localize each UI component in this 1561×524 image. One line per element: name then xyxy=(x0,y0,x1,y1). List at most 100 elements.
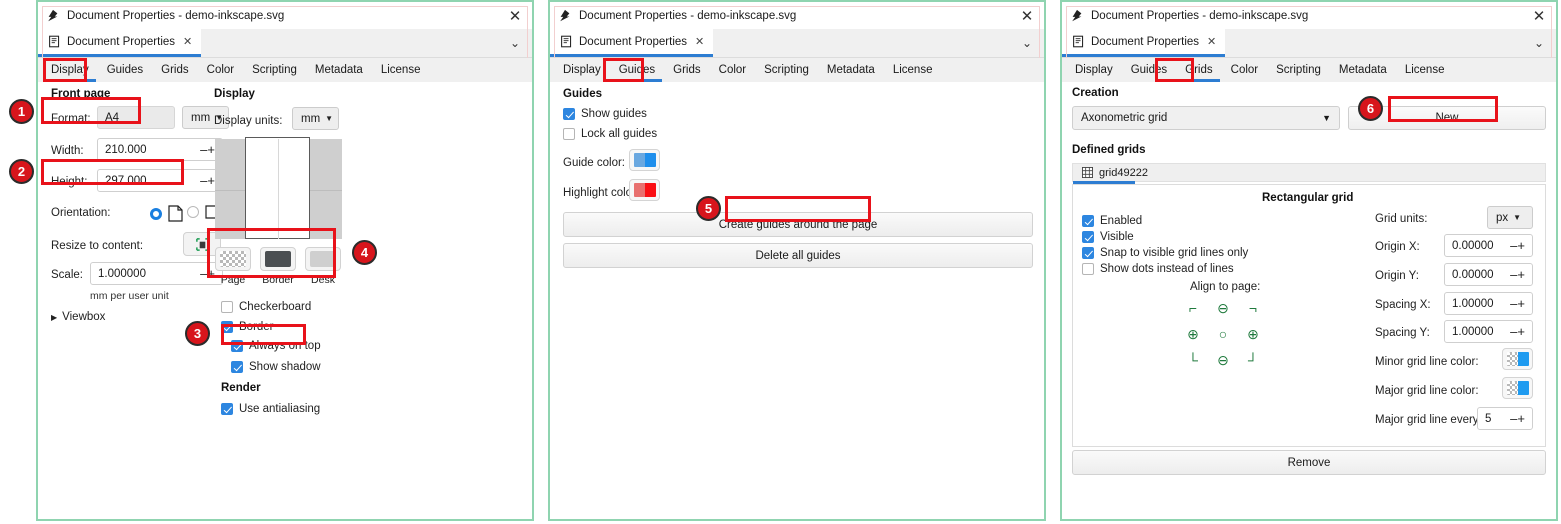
align-middle-left-icon[interactable]: ⊕ xyxy=(1187,327,1199,341)
grid-visible-checkbox-row[interactable]: Visible xyxy=(1082,231,1134,243)
tab-grids[interactable]: Grids xyxy=(152,58,197,82)
tab-color[interactable]: Color xyxy=(198,58,243,82)
tab-display[interactable]: Display xyxy=(554,58,610,82)
show-guides-checkbox-row[interactable]: Show guides xyxy=(563,108,647,120)
origin-y-field[interactable]: 0.00000 – + xyxy=(1444,263,1533,286)
align-middle-right-icon[interactable]: ⊕ xyxy=(1247,327,1259,341)
plus-icon[interactable]: + xyxy=(1517,267,1525,282)
tab-color[interactable]: Color xyxy=(710,58,755,82)
grid-snap-visible-checkbox[interactable] xyxy=(1082,247,1094,259)
tab-scripting[interactable]: Scripting xyxy=(755,58,818,82)
grid-type-combo[interactable]: Axonometric grid ▼ xyxy=(1072,106,1340,130)
grid-enabled-checkbox[interactable] xyxy=(1082,215,1094,227)
major-grid-color-button[interactable] xyxy=(1502,377,1533,399)
tab-grids[interactable]: Grids xyxy=(1176,58,1221,82)
always-on-top-checkbox-row[interactable]: Always on top xyxy=(231,340,321,352)
plus-icon[interactable]: + xyxy=(207,142,215,157)
minus-icon[interactable]: – xyxy=(200,266,207,281)
tab-license[interactable]: License xyxy=(884,58,942,82)
plus-icon[interactable]: + xyxy=(1517,411,1525,426)
delete-guides-button[interactable]: Delete all guides xyxy=(563,243,1033,268)
document-tab-close-icon[interactable]: ✕ xyxy=(695,35,704,48)
antialiasing-checkbox[interactable] xyxy=(221,403,233,415)
highlight-color-button[interactable] xyxy=(629,179,660,201)
spacing-y-field[interactable]: 1.00000 – + xyxy=(1444,320,1533,343)
tab-grids[interactable]: Grids xyxy=(664,58,709,82)
swatch-border[interactable]: Border xyxy=(260,247,296,286)
document-tab[interactable]: Document Properties ✕ xyxy=(1062,29,1226,57)
create-guides-button[interactable]: Create guides around the page xyxy=(563,212,1033,237)
border-checkbox-row[interactable]: Border xyxy=(221,321,274,333)
align-bottom-center-icon[interactable]: ⊖ xyxy=(1217,353,1229,367)
plus-icon[interactable]: + xyxy=(1517,296,1525,311)
tab-guides[interactable]: Guides xyxy=(1122,58,1176,82)
tab-license[interactable]: License xyxy=(372,58,430,82)
spacing-x-field[interactable]: 1.00000 – + xyxy=(1444,292,1533,315)
border-checkbox[interactable] xyxy=(221,321,233,333)
grid-units-combo[interactable]: px ▼ xyxy=(1487,206,1533,229)
minor-grid-color-button[interactable] xyxy=(1502,348,1533,370)
width-field[interactable]: 210.000 – + xyxy=(97,138,223,161)
grid-snap-visible-checkbox-row[interactable]: Snap to visible grid lines only xyxy=(1082,247,1248,259)
tab-guides[interactable]: Guides xyxy=(98,58,152,82)
align-bottom-left-icon[interactable]: └ xyxy=(1188,353,1198,367)
align-top-center-icon[interactable]: ⊖ xyxy=(1217,301,1229,315)
lock-guides-checkbox-row[interactable]: Lock all guides xyxy=(563,128,657,140)
minus-icon[interactable]: – xyxy=(1510,238,1517,253)
orientation-landscape-radio[interactable] xyxy=(187,206,199,218)
minus-icon[interactable]: – xyxy=(1510,411,1517,426)
plus-icon[interactable]: + xyxy=(1517,324,1525,339)
plus-icon[interactable]: + xyxy=(1517,238,1525,253)
swatch-page-button[interactable] xyxy=(215,247,251,271)
minus-icon[interactable]: – xyxy=(200,142,207,157)
tab-display[interactable]: Display xyxy=(1066,58,1122,82)
align-bottom-right-icon[interactable]: ┘ xyxy=(1248,353,1258,367)
orientation-portrait-radio[interactable] xyxy=(150,207,162,220)
swatch-border-button[interactable] xyxy=(260,247,296,271)
show-guides-checkbox[interactable] xyxy=(563,108,575,120)
grid-show-dots-checkbox-row[interactable]: Show dots instead of lines xyxy=(1082,263,1234,275)
document-tab[interactable]: Document Properties ✕ xyxy=(38,29,202,57)
tab-color[interactable]: Color xyxy=(1222,58,1267,82)
chevron-down-icon[interactable]: ⌄ xyxy=(1522,29,1556,57)
show-shadow-checkbox[interactable] xyxy=(231,361,243,373)
plus-icon[interactable]: + xyxy=(207,173,215,188)
viewbox-expander[interactable]: ▶ Viewbox xyxy=(51,311,105,323)
spacing-y-stepper[interactable]: – + xyxy=(1502,324,1532,339)
origin-y-stepper[interactable]: – + xyxy=(1502,267,1532,282)
document-tab-close-icon[interactable]: ✕ xyxy=(183,35,192,48)
tab-license[interactable]: License xyxy=(1396,58,1454,82)
grid-enabled-checkbox-row[interactable]: Enabled xyxy=(1082,215,1142,227)
grid-visible-checkbox[interactable] xyxy=(1082,231,1094,243)
close-icon[interactable]: ✕ xyxy=(1526,5,1552,27)
tab-metadata[interactable]: Metadata xyxy=(306,58,372,82)
spacing-x-stepper[interactable]: – + xyxy=(1502,296,1532,311)
orientation-portrait-option[interactable] xyxy=(150,205,183,222)
major-every-stepper[interactable]: – + xyxy=(1502,411,1532,426)
document-tab[interactable]: Document Properties ✕ xyxy=(550,29,714,57)
close-icon[interactable]: ✕ xyxy=(502,5,528,27)
swatch-page[interactable]: Page xyxy=(215,247,251,286)
minus-icon[interactable]: – xyxy=(1510,267,1517,282)
minus-icon[interactable]: – xyxy=(200,173,207,188)
major-every-field[interactable]: 5 – + xyxy=(1477,407,1533,430)
align-to-page-grid[interactable]: ⌐ ⊖ ¬ ⊕ ○ ⊕ └ ⊖ ┘ xyxy=(1178,295,1268,373)
grid-list-item[interactable]: grid49222 xyxy=(1072,163,1546,184)
align-top-right-icon[interactable]: ¬ xyxy=(1249,301,1257,315)
plus-icon[interactable]: + xyxy=(207,266,215,281)
tab-guides[interactable]: Guides xyxy=(610,58,664,82)
origin-x-field[interactable]: 0.00000 – + xyxy=(1444,234,1533,257)
guide-color-button[interactable] xyxy=(629,149,660,171)
grid-show-dots-checkbox[interactable] xyxy=(1082,263,1094,275)
tab-display[interactable]: Display xyxy=(42,58,98,82)
scale-field[interactable]: 1.000000 – + xyxy=(90,262,223,285)
tab-metadata[interactable]: Metadata xyxy=(818,58,884,82)
chevron-down-icon[interactable]: ⌄ xyxy=(498,29,532,57)
always-on-top-checkbox[interactable] xyxy=(231,340,243,352)
minus-icon[interactable]: – xyxy=(1510,324,1517,339)
tab-scripting[interactable]: Scripting xyxy=(243,58,306,82)
show-shadow-checkbox-row[interactable]: Show shadow xyxy=(231,361,321,373)
height-field[interactable]: 297.000 – + xyxy=(97,169,223,192)
minus-icon[interactable]: – xyxy=(1510,296,1517,311)
document-tab-close-icon[interactable]: ✕ xyxy=(1207,35,1216,48)
